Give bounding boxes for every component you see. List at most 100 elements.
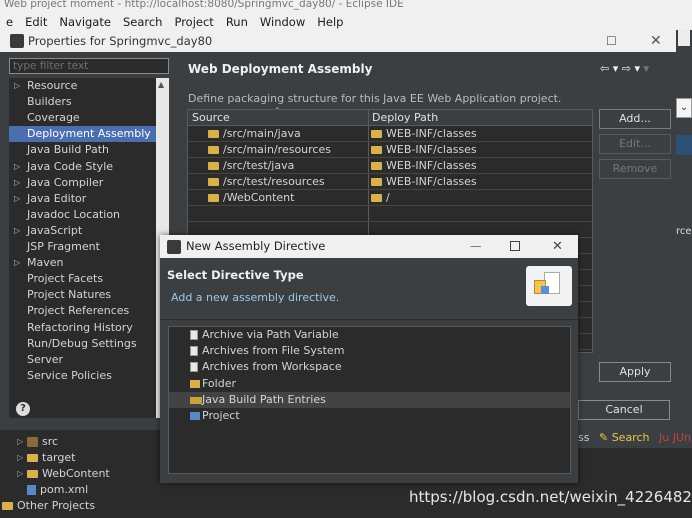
minimize-icon[interactable]: —: [470, 235, 482, 258]
expand-caret-icon[interactable]: ▷: [14, 223, 20, 239]
nav-item-refactoring-history[interactable]: Refactoring History: [9, 320, 156, 336]
nav-item-javascript[interactable]: ▷ JavaScript: [9, 223, 156, 239]
column-header-source[interactable]: Source: [192, 111, 230, 124]
ide-right-combo[interactable]: ⌄: [676, 98, 692, 118]
expand-caret-icon[interactable]: ▷: [17, 466, 27, 482]
expand-caret-icon[interactable]: ▷: [14, 191, 20, 207]
wizard-banner-icon: [526, 266, 572, 306]
nav-item-project-facets[interactable]: Project Facets: [9, 271, 156, 287]
nav-item-java-code-style[interactable]: ▷ Java Code Style: [9, 159, 156, 175]
directive-type-label: Archives from Workspace: [202, 360, 342, 374]
expand-caret-icon[interactable]: ▷: [14, 159, 20, 175]
column-header-deploy-path[interactable]: Deploy Path: [372, 111, 438, 124]
forward-arrow-icon[interactable]: ⇨ ▾: [622, 62, 640, 75]
page-navigation: ⇦ ▾ ⇨ ▾ ▾: [600, 62, 649, 75]
nav-item-label: Coverage: [27, 111, 80, 125]
nav-item-project-references[interactable]: Project References: [9, 303, 156, 319]
scroll-up-icon[interactable]: ▲: [158, 80, 164, 89]
nav-item-label: Java Code Style: [27, 159, 114, 173]
nav-item-resource[interactable]: ▷ Resource: [9, 78, 156, 94]
nav-item-maven[interactable]: ▷ Maven: [9, 255, 156, 271]
nav-item-run-debug-settings[interactable]: Run/Debug Settings: [9, 336, 156, 352]
view-tab-fragment[interactable]: ss: [578, 431, 589, 444]
minimize-icon[interactable]: ☐: [606, 30, 617, 52]
source-cell: /WebContent: [208, 191, 294, 204]
nav-item-deployment-assembly[interactable]: Deployment Assembly: [9, 126, 156, 143]
table-row[interactable]: /src/main/resources WEB-INF/classes: [188, 142, 592, 158]
archive-icon: [190, 330, 198, 340]
directive-type-item[interactable]: Java Build Path Entries: [169, 391, 570, 408]
menu-item-e[interactable]: e: [0, 14, 19, 30]
folder-icon: [27, 454, 38, 462]
expand-caret-icon[interactable]: ▷: [14, 255, 20, 271]
search-view-tab[interactable]: ✎ Search: [599, 431, 650, 444]
close-icon[interactable]: ✕: [552, 235, 563, 258]
deploy-cell: WEB-INF/classes: [371, 127, 477, 140]
jar-icon: [190, 396, 202, 404]
expand-caret-icon[interactable]: ▷: [17, 434, 27, 450]
table-row[interactable]: /src/main/java WEB-INF/classes: [188, 126, 592, 142]
menu-item-run[interactable]: Run: [220, 14, 254, 30]
directive-type-item[interactable]: Project: [169, 408, 570, 424]
project-tree-item[interactable]: ▷ target: [17, 450, 75, 466]
nav-item-builders[interactable]: Builders: [9, 94, 156, 110]
project-tree-item[interactable]: Other Projects: [2, 498, 95, 514]
maximize-icon[interactable]: [510, 241, 520, 251]
nav-item-label: Run/Debug Settings: [27, 336, 137, 350]
eclipse-app-icon: [167, 240, 181, 254]
close-icon[interactable]: ✕: [650, 30, 662, 52]
directive-type-item[interactable]: Archives from Workspace: [169, 359, 570, 375]
directive-type-item[interactable]: Folder: [169, 376, 570, 392]
source-path: /src/test/java: [223, 159, 295, 172]
menu-item-navigate[interactable]: Navigate: [53, 14, 117, 30]
help-icon[interactable]: ?: [16, 402, 30, 416]
nav-item-label: Java Editor: [27, 191, 87, 205]
expand-caret-icon[interactable]: ▷: [14, 78, 20, 94]
menu-item-window[interactable]: Window: [254, 14, 311, 30]
nav-item-jsp-fragment[interactable]: JSP Fragment: [9, 239, 156, 255]
nav-item-label: Service Policies: [27, 368, 112, 382]
project-tree-item[interactable]: ▷ src: [17, 434, 58, 450]
folder-icon: [371, 177, 382, 186]
table-row[interactable]: /src/test/java WEB-INF/classes: [188, 158, 592, 174]
nav-item-java-build-path[interactable]: Java Build Path: [9, 142, 156, 158]
nav-item-project-natures[interactable]: Project Natures: [9, 287, 156, 303]
menu-icon[interactable]: ▾: [644, 62, 650, 75]
filter-input[interactable]: type filter text: [9, 58, 169, 74]
project-tree-item[interactable]: pom.xml: [17, 482, 88, 498]
project-explorer-tree: ▷ src ▷ target ▷ WebContent pom.xml Other Proje…: [0, 430, 160, 518]
nav-item-server[interactable]: Server: [9, 352, 156, 368]
expand-caret-icon[interactable]: ▷: [14, 175, 20, 191]
archive-icon: [190, 362, 198, 373]
nav-item-coverage[interactable]: Coverage: [9, 110, 156, 126]
project-tree-item[interactable]: ▷ WebContent: [17, 466, 110, 482]
apply-button[interactable]: Apply: [599, 362, 671, 382]
wizard-heading: Select Directive Type: [167, 268, 304, 282]
add-button[interactable]: Add...: [599, 109, 671, 129]
nav-item-java-editor[interactable]: ▷ Java Editor: [9, 191, 156, 207]
menu-item-project[interactable]: Project: [168, 14, 219, 30]
directive-type-item[interactable]: Archive via Path Variable: [169, 327, 570, 343]
edit-button[interactable]: Edit...: [599, 134, 671, 154]
menu-item-search[interactable]: Search: [117, 14, 169, 30]
folder-icon: [208, 177, 219, 186]
nav-item-javadoc-location[interactable]: Javadoc Location: [9, 207, 156, 223]
directive-type-item[interactable]: Archives from File System: [169, 343, 570, 359]
toolbar-icon[interactable]: [678, 30, 690, 46]
menu-item-edit[interactable]: Edit: [19, 14, 53, 30]
nav-item-java-compiler[interactable]: ▷ Java Compiler: [9, 175, 156, 191]
source-cell: /src/test/resources: [208, 175, 325, 188]
cancel-button[interactable]: Cancel: [578, 400, 670, 420]
archive-icon: [190, 346, 198, 357]
folder-icon: [208, 193, 219, 202]
nav-item-label: Project Facets: [27, 272, 104, 286]
nav-item-service-policies[interactable]: Service Policies: [9, 368, 156, 384]
properties-title-bar: Properties for Springmvc_day80 ☐ ✕: [0, 30, 676, 52]
remove-button[interactable]: Remove: [599, 159, 671, 179]
expand-caret-icon[interactable]: ▷: [17, 450, 27, 466]
junit-view-tab[interactable]: Ju JUnit: [659, 431, 692, 444]
back-arrow-icon[interactable]: ⇦ ▾: [600, 62, 618, 75]
table-row[interactable]: /WebContent /: [188, 190, 592, 206]
menu-item-help[interactable]: Help: [311, 14, 349, 30]
table-row[interactable]: /src/test/resources WEB-INF/classes: [188, 174, 592, 190]
